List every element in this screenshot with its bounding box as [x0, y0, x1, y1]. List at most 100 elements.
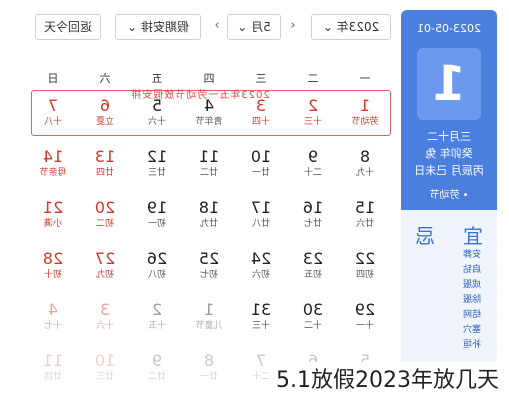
lunar-day: 青年节 — [195, 117, 223, 127]
chevron-down-icon: ⌄ — [322, 20, 333, 34]
calendar-day-cell[interactable]: 7 十八 — [27, 96, 79, 142]
day-number: 8 — [203, 351, 215, 370]
yi-item: 结网 — [463, 310, 482, 320]
calendar-day-cell[interactable]: 2 十五 — [131, 300, 183, 346]
day-number: 1 — [203, 300, 215, 319]
prev-month-arrow[interactable]: ‹ — [285, 14, 301, 38]
day-number: 11 — [42, 351, 64, 370]
calendar-day-cell[interactable]: 2 十三 — [287, 96, 339, 142]
day-number: 29 — [354, 300, 376, 319]
calendar-day-cell[interactable]: 16 廿七 — [287, 198, 339, 244]
lunar-day: 小满 — [44, 219, 63, 229]
back-to-today-button[interactable]: 返回今天 — [35, 14, 101, 40]
day-number: 25 — [198, 249, 220, 268]
chevron-down-icon: ⌄ — [237, 20, 248, 34]
lunar-day: 廿九 — [200, 219, 219, 229]
year-select-value: 2023年 — [336, 20, 380, 34]
calendar-day-cell[interactable]: 8 十九 — [339, 147, 391, 193]
calendar-day-cell[interactable]: 3 十四 — [235, 96, 287, 142]
calendar-day-cell[interactable]: 26 初八 — [131, 249, 183, 295]
holiday-select[interactable]: 假期安排 ⌄ — [115, 14, 201, 40]
weekday-label: 六 — [99, 72, 111, 85]
day-number: 10 — [94, 351, 116, 370]
lunar-day: 廿三 — [96, 372, 115, 382]
festival-label: • 劳动节 — [429, 190, 469, 201]
calendar-day-cell[interactable]: 3 十六 — [79, 300, 131, 346]
ji-title: 忌 — [415, 224, 435, 248]
calendar-day-cell[interactable]: 1 劳动节 — [339, 96, 391, 142]
day-number: 8 — [359, 147, 371, 166]
yi-title: 宜 — [463, 224, 483, 248]
calendar-day-cell[interactable]: 19 初一 — [131, 198, 183, 244]
calendar-day-cell[interactable]: 22 初四 — [339, 249, 391, 295]
calendar-day-cell[interactable]: 13 廿四 — [79, 147, 131, 193]
calendar-day-cell[interactable]: 9 二十 — [287, 147, 339, 193]
calendar-day-cell[interactable]: 10 廿三 — [79, 351, 131, 397]
day-number: 28 — [42, 249, 64, 268]
calendar-day-cell[interactable]: 4 十七 — [27, 300, 79, 346]
calendar-day-cell[interactable]: 21 小满 — [27, 198, 79, 244]
weekday-label: 五 — [151, 72, 163, 85]
day-number: 1 — [359, 96, 371, 115]
day-number: 18 — [198, 198, 220, 217]
lunar-day: 初一 — [148, 219, 167, 229]
day-number: 31 — [250, 300, 272, 319]
selected-day-number: 1 — [417, 48, 481, 120]
year-select[interactable]: 2023年 ⌄ — [311, 14, 391, 40]
lunar-line: 癸卯年 兔 — [425, 147, 473, 160]
day-number: 23 — [302, 249, 324, 268]
calendar-day-cell[interactable]: 24 初六 — [235, 249, 287, 295]
calendar-day-cell[interactable]: 12 廿三 — [131, 147, 183, 193]
lunar-day: 十四 — [252, 117, 271, 127]
calendar-day-cell[interactable]: 11 廿四 — [27, 351, 79, 397]
calendar-day-cell[interactable]: 29 十一 — [339, 300, 391, 346]
calendar-day-cell[interactable]: 1 儿童节 — [183, 300, 235, 346]
holiday-select-value: 假期安排 — [140, 20, 189, 34]
lunar-day: 十三 — [304, 117, 323, 127]
calendar-day-cell[interactable]: 23 初五 — [287, 249, 339, 295]
lunar-day: 廿四 — [96, 168, 115, 178]
weekday-label: 二 — [307, 72, 319, 85]
month-select-value: 5月 — [251, 20, 271, 34]
calendar-day-cell[interactable]: 5 十六 — [131, 96, 183, 142]
calendar-day-cell[interactable]: 11 廿二 — [183, 147, 235, 193]
weekday-header: 一 二 三 四 五 六 日 — [21, 70, 391, 86]
calendar-day-cell[interactable]: 4 青年节 — [183, 96, 235, 142]
calendar-day-cell[interactable]: 27 初九 — [79, 249, 131, 295]
day-number: 26 — [146, 249, 168, 268]
day-detail-panel: 2023-05-01 1 三月十二 癸卯年 兔 丙辰月 己未日 • 劳动节 宜 … — [401, 10, 497, 390]
yi-item: 除服 — [463, 295, 482, 305]
lunar-day: 十八 — [44, 117, 63, 127]
lunar-day: 初七 — [200, 270, 219, 280]
month-select[interactable]: 5月 ⌄ — [227, 14, 281, 40]
day-number: 17 — [250, 198, 272, 217]
day-number: 2 — [307, 96, 319, 115]
next-month-arrow[interactable]: › — [209, 14, 225, 38]
calendar-day-cell[interactable]: 8 廿一 — [183, 351, 235, 397]
calendar-day-cell[interactable]: 14 母亲节 — [27, 147, 79, 193]
lunar-day: 初九 — [96, 270, 115, 280]
calendar-day-cell[interactable]: 20 初二 — [79, 198, 131, 244]
lunar-day: 二十 — [304, 168, 323, 178]
calendar-day-cell[interactable]: 31 十三 — [235, 300, 287, 346]
calendar-day-cell[interactable]: 10 廿一 — [235, 147, 287, 193]
lunar-day: 廿七 — [304, 219, 323, 229]
lunar-day: 十六 — [148, 117, 167, 127]
lunar-day: 廿二 — [200, 168, 219, 178]
calendar-day-cell[interactable]: 15 廿六 — [339, 198, 391, 244]
lunar-day: 十七 — [44, 321, 63, 331]
calendar-day-cell[interactable]: 28 初十 — [27, 249, 79, 295]
lunar-day: 十六 — [96, 321, 115, 331]
calendar-day-cell[interactable]: 17 廿八 — [235, 198, 287, 244]
calendar-day-cell[interactable]: 25 初七 — [183, 249, 235, 295]
lunar-day: 初二 — [96, 219, 115, 229]
calendar-day-cell[interactable]: 9 廿二 — [131, 351, 183, 397]
calendar-day-cell[interactable]: 6 立夏 — [79, 96, 131, 142]
day-number: 20 — [94, 198, 116, 217]
lunar-day: 十一 — [356, 321, 375, 331]
calendar-day-cell[interactable]: 18 廿九 — [183, 198, 235, 244]
day-number: 3 — [99, 300, 111, 319]
day-number: 21 — [42, 198, 64, 217]
yi-item: 补垣 — [463, 340, 482, 350]
calendar-day-cell[interactable]: 30 十二 — [287, 300, 339, 346]
